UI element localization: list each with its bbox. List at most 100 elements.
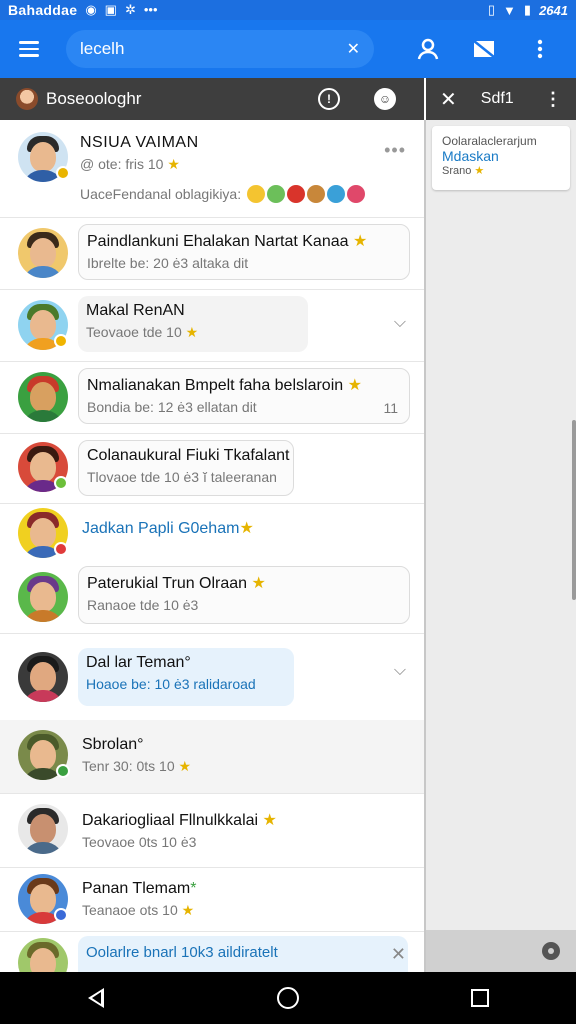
search-text: lecelh (80, 39, 125, 58)
side-scrollbar[interactable] (572, 420, 576, 600)
message-preview: UaceFendanal oblagikiya: (80, 185, 366, 203)
close-icon[interactable]: ✕ (440, 87, 457, 112)
avatar (18, 372, 68, 422)
contact-name-text: Dakariogliaal Fllnulkkalai (82, 812, 259, 829)
vibrate-icon: ▯ (487, 2, 496, 17)
contact-name: Dakariogliaal Fllnulkkalai ★ (82, 810, 277, 830)
home-icon (277, 987, 299, 1009)
sync-icon: ✲ (124, 2, 136, 17)
contact-status-text: @ ote: fris 10 (80, 156, 164, 172)
list-item[interactable]: Panan Tlemam* Teanaoe ots 10 ★ (0, 868, 424, 932)
clear-icon[interactable]: ✕ (347, 39, 360, 59)
status-icons: ◉ ▣ ✲ ••• (85, 2, 157, 18)
list-item[interactable]: Paterukial Trun Olraan ★ Ranaoe tde 10 ė… (0, 560, 424, 634)
side-footer (426, 930, 576, 972)
side-panel-header: ✕ Sdf1 ⋮ (426, 78, 576, 120)
info-icon[interactable]: ! (318, 88, 340, 110)
contact-status: Teanaoe ots 10 ★ (82, 902, 196, 919)
avatar (18, 938, 68, 972)
star-icon: ★ (181, 902, 195, 918)
contact-status-text: Tenr 30: 0ts 10 (82, 758, 175, 774)
list-item[interactable]: NSIUA VAIMAN @ ote: fris 10 ★ UaceFendan… (0, 120, 424, 218)
star-icon: ★ (251, 575, 266, 592)
person-icon[interactable] (412, 33, 444, 65)
side-overflow-icon[interactable]: ⋮ (544, 89, 562, 110)
emoji-icon[interactable]: ☺ (374, 88, 396, 110)
list-item[interactable]: Colanaukural Fiuki Tkafalant Tlovaoe tde… (0, 434, 424, 504)
app-bar-actions (412, 33, 564, 65)
contact-name: Paindlankuni Ehalakan Nartat Kanaa ★ (87, 231, 401, 251)
list-item[interactable]: Oolarlre bnarl 10k3 aildiratelt ✕ (0, 932, 424, 972)
message-bubble: Nmalianakan Bmpelt faha belslaroin ★ Bon… (78, 368, 410, 424)
home-button[interactable] (268, 978, 308, 1018)
account-avatar[interactable] (16, 88, 38, 110)
contact-name: Dal lar Teman° (86, 654, 191, 671)
overflow-icon[interactable] (524, 33, 556, 65)
contact-status: Hoaoe be: 10 ė3 ralidaroad (86, 676, 256, 692)
status-badge (56, 166, 70, 180)
list-item[interactable]: Makal RenAN Teovaoe tde 10 ★ ⌵ (0, 290, 424, 362)
record-icon[interactable] (542, 942, 560, 960)
list-item[interactable]: Dal lar Teman° Hoaoe be: 10 ė3 ralidaroa… (0, 634, 424, 720)
status-badge (54, 334, 68, 348)
menu-icon[interactable] (12, 32, 46, 66)
more-icon[interactable]: ••• (384, 140, 406, 161)
status-right: ▯ ▼ ▮ 2641 (488, 2, 568, 18)
message-bubble: Makal RenAN Teovaoe tde 10 ★ (78, 296, 308, 352)
carrier-label: Bahaddae (8, 2, 78, 18)
star-icon: ★ (262, 812, 277, 829)
contact-name: Nmalianakan Bmpelt faha belslaroin ★ (87, 375, 401, 395)
contact-name-text: Jadkan Papli G0eham (82, 520, 240, 537)
compose-icon[interactable] (468, 33, 500, 65)
contact-name: Jadkan Papli G0eham★ (82, 518, 254, 538)
list-item[interactable]: Paindlankuni Ehalakan Nartat Kanaa ★ Ibr… (0, 218, 424, 290)
conversation-header: Boseoologhr ! ☺ (0, 78, 424, 120)
side-card-line3-text: Srano (442, 165, 472, 177)
side-card-line3: Srano ★ (442, 164, 560, 177)
star-icon: ★ (347, 377, 362, 394)
contact-status: Tenr 30: 0ts 10 ★ (82, 758, 191, 775)
search-input[interactable]: lecelh ✕ (66, 30, 374, 68)
chat-list: NSIUA VAIMAN @ ote: fris 10 ★ UaceFendan… (0, 120, 424, 972)
status-badge (56, 764, 70, 778)
contact-status: Ibrelte be: 20 ė3 altaka dit (87, 255, 249, 271)
contact-name-text: Nmalianakan Bmpelt faha belslaroin (87, 377, 344, 394)
star-icon: ★ (474, 165, 485, 177)
contact-status: Ranaoe tde 10 ė3 (87, 597, 199, 613)
status-badge (54, 542, 68, 556)
side-card[interactable]: Oolaralaclerarjum Mdaskan Srano ★ (432, 126, 570, 190)
contact-name: Oolarlre bnarl 10k3 aildiratelt (86, 944, 278, 961)
chevron-down-icon[interactable]: ⌵ (394, 662, 406, 680)
contact-status: Bondia be: 12 ė3 ellatan dit (87, 399, 257, 415)
app-icon: ▣ (104, 2, 117, 17)
list-item[interactable]: Dakariogliaal Fllnulkkalai ★ Teovaoe 0ts… (0, 794, 424, 868)
battery-icon: ▮ (523, 2, 532, 17)
panel-actions: ! ☺ (318, 88, 408, 110)
fire-emoji-icon (347, 185, 366, 203)
list-item[interactable]: Nmalianakan Bmpelt faha belslaroin ★ Bon… (0, 362, 424, 434)
message-bubble: Sbrolan° Tenr 30: 0ts 10 ★ (82, 736, 191, 775)
recents-button[interactable] (460, 978, 500, 1018)
avatar (18, 652, 68, 702)
app-bar: lecelh ✕ (0, 20, 576, 78)
emoji-reactions (247, 185, 366, 203)
side-panel-title: Sdf1 (480, 90, 514, 107)
sparkle-icon: * (190, 880, 197, 897)
contact-name: Makal RenAN (86, 302, 185, 319)
contact-status: Teovaoe tde 10 ★ (86, 324, 300, 341)
chevron-down-icon[interactable]: ⌵ (394, 314, 406, 332)
message-bubble: Panan Tlemam* Teanaoe ots 10 ★ (82, 880, 196, 919)
avatar (18, 572, 68, 622)
dismiss-icon[interactable]: ✕ (391, 944, 406, 965)
message-bubble: Dal lar Teman° Hoaoe be: 10 ė3 ralidaroa… (78, 648, 294, 706)
star-icon: ★ (185, 324, 199, 340)
green-emoji-icon (267, 185, 286, 203)
list-item[interactable]: Jadkan Papli G0eham★ (0, 504, 424, 560)
list-item[interactable]: Sbrolan° Tenr 30: 0ts 10 ★ (0, 720, 424, 794)
globe-emoji-icon (327, 185, 346, 203)
back-icon (88, 988, 104, 1008)
contact-status: @ ote: fris 10 ★ (80, 156, 365, 173)
message-bubble: Colanaukural Fiuki Tkafalant Tlovaoe tde… (78, 440, 294, 496)
back-button[interactable] (76, 978, 116, 1018)
deer-emoji-icon (307, 185, 326, 203)
